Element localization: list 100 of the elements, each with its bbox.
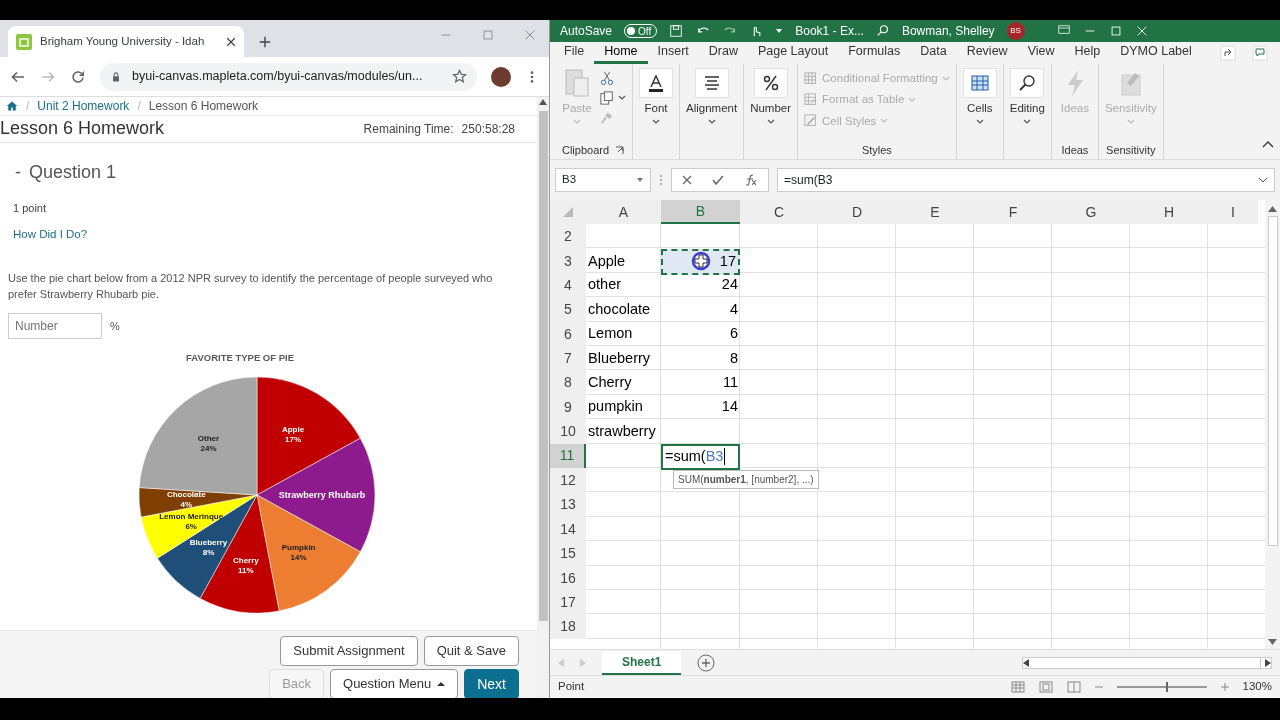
- grid-icon: [804, 71, 819, 86]
- share-icon[interactable]: [1220, 45, 1236, 61]
- search-icon[interactable]: [875, 24, 890, 38]
- ribbon-tab[interactable]: View: [1017, 42, 1065, 64]
- scroll-right-icon[interactable]: [1265, 658, 1271, 667]
- star-icon[interactable]: [452, 69, 467, 84]
- row-header[interactable]: 17: [550, 590, 586, 615]
- row-header[interactable]: 18: [550, 614, 586, 640]
- horizontal-scrollbar[interactable]: [1022, 656, 1272, 669]
- spreadsheet-cell[interactable]: 4: [661, 297, 740, 322]
- answer-field[interactable]: Number: [8, 313, 102, 340]
- formula-field[interactable]: =sum(B3: [777, 168, 1275, 192]
- dropdown-icon[interactable]: [636, 177, 644, 183]
- maximize-icon[interactable]: [1108, 24, 1123, 38]
- spreadsheet-cell[interactable]: Cherry: [586, 370, 661, 396]
- toolbar-button[interactable]: [600, 90, 626, 106]
- avatar-icon[interactable]: [491, 66, 511, 87]
- zoom-level[interactable]: 130%: [1242, 677, 1272, 696]
- browser-tab[interactable]: Brigham Young University - Idah: [8, 26, 244, 57]
- row-header[interactable]: 10: [550, 419, 586, 444]
- ribbon-tab[interactable]: Formulas: [838, 42, 911, 64]
- dropdown-icon[interactable]: [775, 27, 784, 35]
- add-sheet-icon[interactable]: [697, 653, 716, 672]
- column-header[interactable]: D: [818, 200, 896, 225]
- row-header[interactable]: 13: [550, 492, 586, 518]
- new-tab-icon[interactable]: [258, 35, 272, 49]
- scroll-left-icon[interactable]: [1023, 658, 1029, 667]
- launcher-icon[interactable]: [615, 145, 625, 155]
- column-header[interactable]: E: [896, 200, 974, 225]
- ribbon-tab[interactable]: Insert: [647, 42, 699, 64]
- ribbon-tab[interactable]: Review: [956, 42, 1018, 64]
- column-header[interactable]: G: [1052, 200, 1130, 225]
- spreadsheet-cell[interactable]: Apple: [586, 248, 661, 275]
- cancel-icon[interactable]: [682, 175, 692, 185]
- scroll-up-icon[interactable]: [1268, 206, 1277, 212]
- cell-editor[interactable]: =sum(B3: [661, 443, 740, 470]
- row-header[interactable]: 5: [550, 297, 586, 322]
- ribbon-display-icon[interactable]: [1056, 25, 1071, 37]
- spreadsheet-cell[interactable]: other: [586, 273, 661, 298]
- ribbon-tab[interactable]: File: [554, 42, 595, 64]
- row-header[interactable]: 16: [550, 565, 586, 591]
- row-header[interactable]: 12: [550, 468, 586, 493]
- column-header[interactable]: A: [586, 200, 661, 225]
- spreadsheet-cell[interactable]: chocolate: [586, 297, 661, 322]
- sheet-tab[interactable]: Sheet1: [602, 650, 682, 675]
- row-header[interactable]: 8: [550, 370, 586, 396]
- spreadsheet-cell[interactable]: 11: [661, 370, 740, 396]
- ribbon-tab[interactable]: DYMO Label: [1110, 42, 1202, 64]
- spreadsheet-cell[interactable]: strawberry: [586, 419, 661, 444]
- column-header[interactable]: F: [974, 200, 1052, 225]
- spreadsheet-cell[interactable]: 24: [661, 273, 740, 298]
- spreadsheet-cell[interactable]: 8: [661, 346, 740, 371]
- button[interactable]: Submit Assignment: [280, 636, 418, 666]
- check-icon[interactable]: [712, 175, 724, 185]
- scrollbar-thumb[interactable]: [538, 111, 548, 621]
- ribbon-button[interactable]: Number: [750, 68, 792, 126]
- row-header[interactable]: 11: [550, 443, 586, 470]
- user-avatar[interactable]: BS: [1006, 22, 1025, 40]
- row-header[interactable]: 15: [550, 541, 586, 566]
- row-header[interactable]: 4: [550, 273, 586, 298]
- scrollbar-thumb[interactable]: [1267, 216, 1278, 546]
- more-icon: [659, 174, 663, 186]
- column-header[interactable]: B: [661, 200, 740, 225]
- feedback-link[interactable]: How Did I Do?: [13, 226, 88, 244]
- column-header[interactable]: H: [1130, 200, 1208, 225]
- address-bar[interactable]: byui-canvas.mapleta.com/byui-canvas/modules/un...: [100, 62, 477, 91]
- close-icon[interactable]: [226, 36, 236, 47]
- ribbon-tab[interactable]: Help: [1064, 42, 1111, 64]
- reload-icon[interactable]: [70, 68, 86, 85]
- scroll-up-icon[interactable]: [539, 99, 547, 105]
- ribbon-tab[interactable]: Draw: [698, 42, 748, 64]
- row-header[interactable]: 3: [550, 248, 586, 275]
- spreadsheet-cell[interactable]: Blueberry: [586, 346, 661, 371]
- row-header[interactable]: 14: [550, 517, 586, 542]
- collapse-ribbon-icon[interactable]: [1262, 139, 1274, 148]
- function-icon[interactable]: [744, 174, 758, 186]
- expand-icon[interactable]: [1258, 177, 1268, 183]
- column-header[interactable]: C: [740, 200, 818, 225]
- menu-button[interactable]: Question Menu: [330, 669, 459, 698]
- slider-thumb[interactable]: [1166, 681, 1169, 692]
- ribbon-tab[interactable]: Data: [910, 42, 957, 64]
- ribbon-button[interactable]: Alignment: [686, 68, 738, 126]
- row-header[interactable]: 7: [550, 346, 586, 371]
- collapse-toggle[interactable]: -: [15, 158, 21, 186]
- breadcrumb-link[interactable]: Unit 2 Homework: [37, 97, 130, 115]
- spreadsheet-cell[interactable]: 14: [661, 395, 740, 420]
- button[interactable]: Next: [464, 669, 519, 698]
- row-header[interactable]: 9: [550, 395, 586, 420]
- row-header[interactable]: 6: [550, 321, 586, 347]
- column-header[interactable]: I: [1208, 200, 1258, 225]
- spreadsheet-cell[interactable]: Lemon: [586, 321, 661, 347]
- name-box[interactable]: B3: [555, 168, 651, 192]
- comment-icon[interactable]: [1252, 45, 1268, 61]
- row-header[interactable]: 2: [550, 224, 586, 249]
- spreadsheet-cell[interactable]: pumpkin: [586, 395, 661, 420]
- spreadsheet-cell[interactable]: 6: [661, 321, 740, 347]
- button[interactable]: Quit & Save: [423, 636, 519, 666]
- scroll-down-icon[interactable]: [1268, 639, 1277, 645]
- home-icon[interactable]: [6, 100, 18, 112]
- ribbon-tab[interactable]: Page Layout: [747, 42, 839, 64]
